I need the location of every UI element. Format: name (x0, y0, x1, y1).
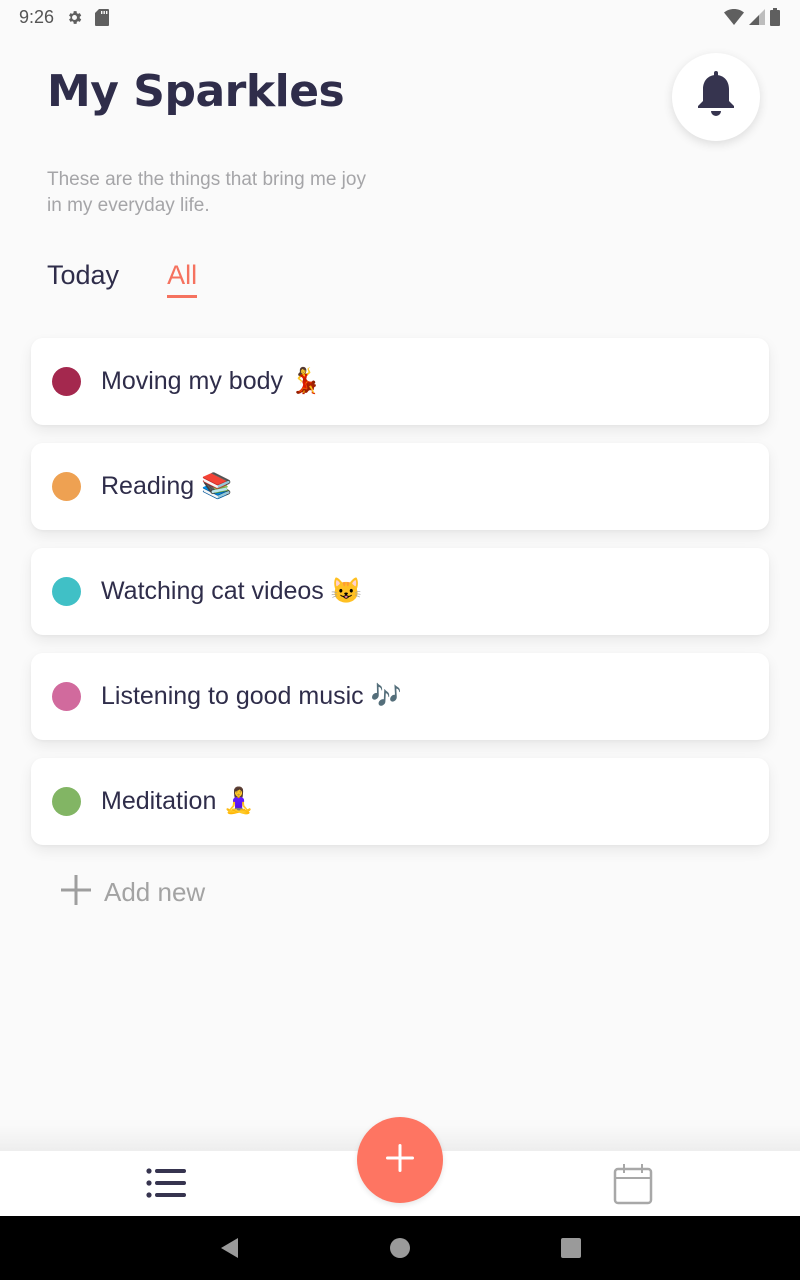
nav-list-button[interactable] (145, 1165, 189, 1201)
page-subtitle: These are the things that bring me joy i… (47, 169, 366, 216)
sparkle-item-moving-my-body[interactable]: Moving my body 💃 (31, 338, 769, 425)
sparkle-item-reading[interactable]: Reading 📚 (31, 443, 769, 530)
color-dot (52, 472, 81, 501)
add-sparkle-fab[interactable] (357, 1117, 443, 1203)
plus-icon (60, 874, 92, 910)
sparkle-item-listening-to-music[interactable]: Listening to good music 🎶 (31, 653, 769, 740)
home-icon[interactable] (389, 1236, 411, 1264)
color-dot (52, 577, 81, 606)
sparkle-label: Meditation 🧘‍♀️ (101, 787, 255, 815)
system-navigation-bar (0, 1216, 800, 1280)
sparkle-label: Watching cat videos 😺 (101, 577, 362, 605)
sparkle-label: Listening to good music 🎶 (101, 682, 402, 710)
status-left: 9:26 (19, 6, 110, 28)
status-time: 9:26 (19, 6, 55, 27)
tab-today[interactable]: Today (47, 260, 119, 298)
sparkles-list: Moving my body 💃 Reading 📚 Watching cat … (31, 338, 769, 863)
color-dot (52, 787, 81, 816)
status-bar: 9:26 (0, 0, 800, 34)
add-new-label: Add new (104, 876, 206, 907)
color-dot (52, 682, 81, 711)
tab-all[interactable]: All (167, 260, 198, 298)
add-new-button[interactable]: Add new (60, 874, 205, 910)
plus-icon (385, 1143, 415, 1177)
recents-icon[interactable] (560, 1236, 582, 1264)
back-icon[interactable] (218, 1236, 240, 1264)
notifications-button[interactable] (672, 53, 760, 141)
wifi-icon (724, 9, 744, 25)
bell-icon (694, 71, 738, 123)
page-title: My Sparkles (47, 66, 345, 117)
color-dot (52, 367, 81, 396)
status-right (724, 8, 780, 26)
tab-bar: Today All (47, 260, 198, 298)
sparkle-label: Reading 📚 (101, 472, 233, 500)
nav-calendar-button[interactable] (612, 1163, 656, 1205)
list-icon (145, 1168, 189, 1205)
sparkle-item-meditation[interactable]: Meditation 🧘‍♀️ (31, 758, 769, 845)
calendar-icon (612, 1164, 656, 1209)
sd-card-icon (95, 8, 110, 26)
sparkle-label: Moving my body 💃 (101, 367, 322, 395)
sparkle-item-watching-cat-videos[interactable]: Watching cat videos 😺 (31, 548, 769, 635)
cell-signal-icon (749, 9, 765, 25)
gear-icon (66, 9, 83, 26)
battery-icon (770, 8, 780, 26)
